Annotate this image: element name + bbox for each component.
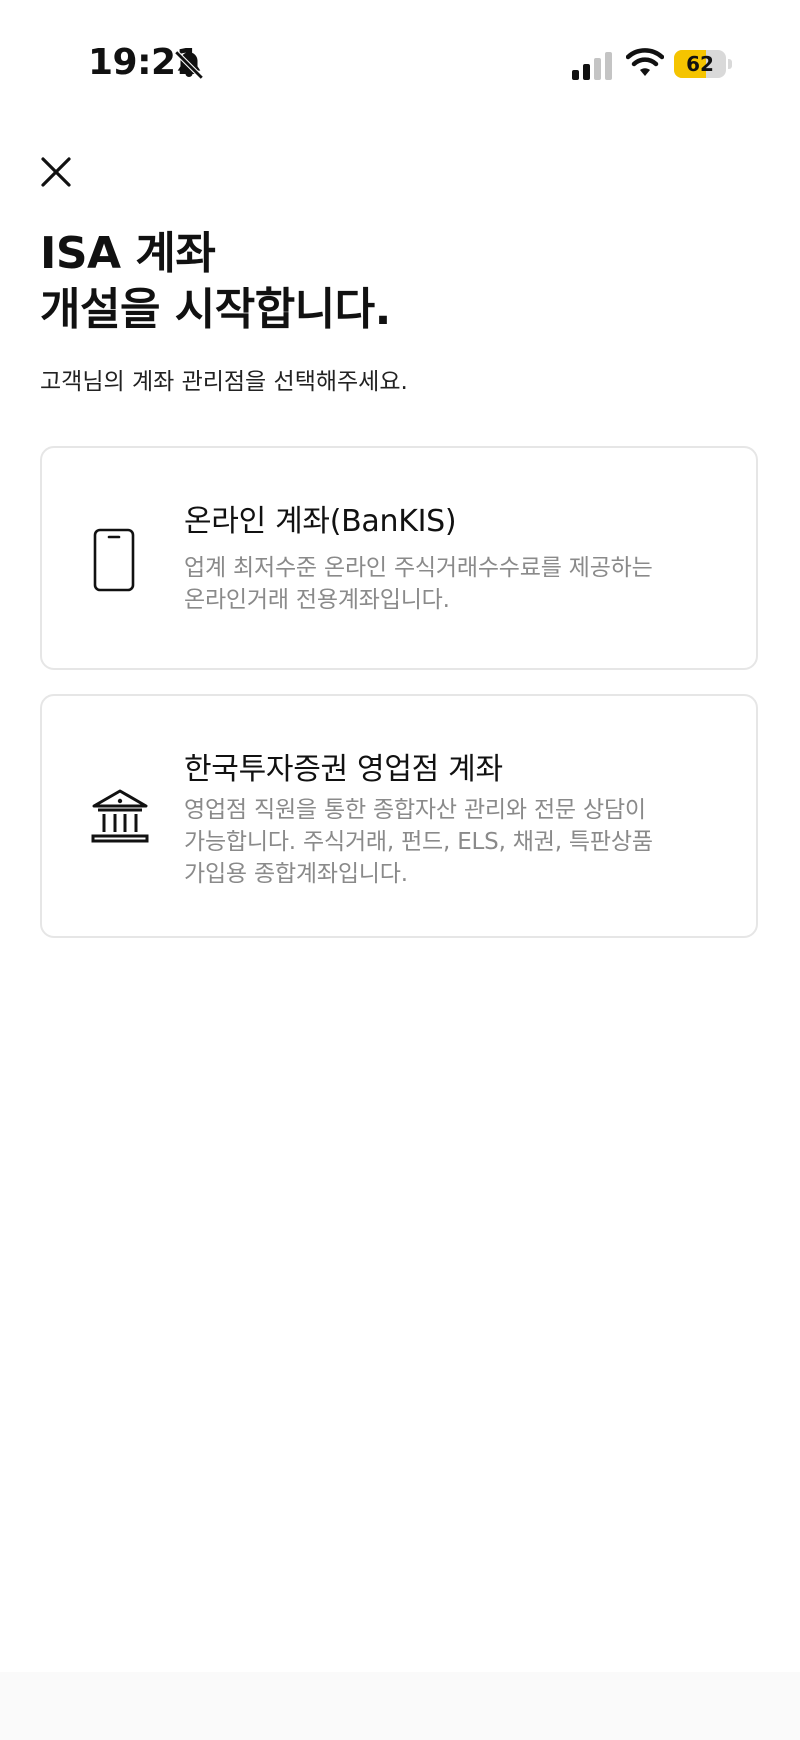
online-account-option[interactable]: 온라인 계좌(BanKIS) 업계 최저수준 온라인 주식거래수수료를 제공하는… xyxy=(40,446,758,670)
page-subtitle: 고객님의 계좌 관리점을 선택해주세요. xyxy=(40,369,408,395)
battery-icon: 62 xyxy=(674,50,726,78)
branch-account-desc-line2: 가능합니다. 주식거래, 펀드, ELS, 채권, 특판상품 xyxy=(184,829,653,855)
bottom-area xyxy=(0,1672,800,1740)
branch-account-desc-line1: 영업점 직원을 통한 종합자산 관리와 전문 상담이 xyxy=(184,797,646,823)
branch-account-description: 영업점 직원을 통한 종합자산 관리와 전문 상담이 가능합니다. 주식거래, … xyxy=(184,794,724,890)
online-account-desc-line1: 업계 최저수준 온라인 주식거래수수료를 제공하는 xyxy=(184,555,653,581)
online-account-title: 온라인 계좌(BanKIS) xyxy=(184,504,457,539)
online-account-description: 업계 최저수준 온라인 주식거래수수료를 제공하는 온라인거래 전용계좌입니다. xyxy=(184,552,724,616)
page-title-line2: 개설을 시작합니다. xyxy=(40,284,391,335)
battery-cap xyxy=(728,59,732,69)
wifi-icon xyxy=(626,48,664,76)
online-account-desc-line2: 온라인거래 전용계좌입니다. xyxy=(184,587,450,613)
smartphone-icon xyxy=(93,528,135,592)
page-title: ISA 계좌 개설을 시작합니다. xyxy=(40,226,760,338)
branch-account-option[interactable]: 한국투자증권 영업점 계좌 영업점 직원을 통한 종합자산 관리와 전문 상담이… xyxy=(40,694,758,938)
close-icon xyxy=(41,157,71,187)
battery-level: 62 xyxy=(686,52,714,76)
branch-account-title: 한국투자증권 영업점 계좌 xyxy=(184,752,503,787)
cellular-signal-icon xyxy=(572,52,612,80)
bell-slash-icon xyxy=(174,50,204,80)
status-bar: 19:21 62 xyxy=(0,0,800,130)
bank-building-icon xyxy=(91,789,149,843)
branch-account-desc-line3: 가입용 종합계좌입니다. xyxy=(184,861,408,887)
page-title-line1: ISA 계좌 xyxy=(40,228,216,279)
close-button[interactable] xyxy=(36,152,76,192)
